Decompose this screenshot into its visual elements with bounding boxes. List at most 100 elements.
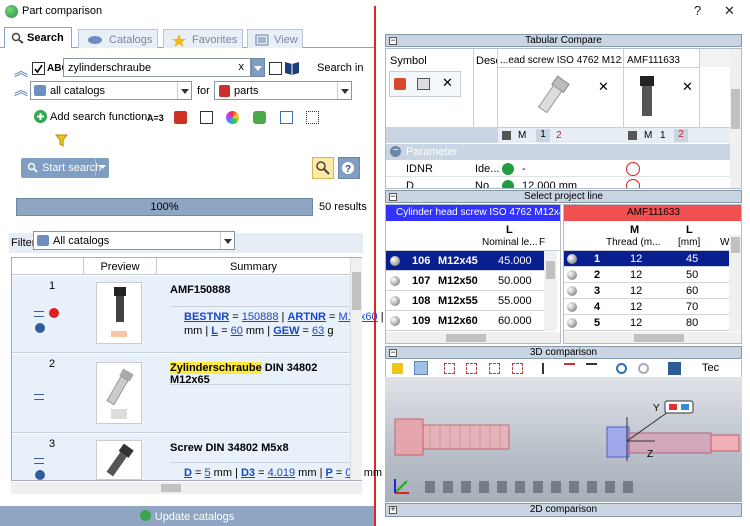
form-function-icon[interactable] (200, 111, 213, 124)
attr-value[interactable]: 63 (312, 325, 324, 337)
vertical-scrollbar[interactable] (350, 258, 362, 480)
page-2-button[interactable]: 2 (556, 130, 562, 141)
right-table-row[interactable]: 2 12 50 (564, 267, 729, 283)
result-row[interactable]: 2 Zylinderschraube DIN 34802 M12x65 (12, 354, 350, 433)
horizontal-scrollbar[interactable] (11, 482, 362, 494)
result-row[interactable]: 3 Screw DIN 34802 M5x8 D = 5 mm | D3 = 4… (12, 434, 382, 480)
right-table-row[interactable]: 3 12 60 (564, 283, 729, 299)
left-table-row[interactable]: 109 M12x60 60.000 (386, 311, 544, 331)
attr-key[interactable]: D3 (241, 467, 255, 479)
catalog-scope-select[interactable]: all catalogs (30, 81, 192, 100)
filter-icon[interactable] (392, 363, 403, 374)
attr-value[interactable]: 150888 (242, 311, 279, 323)
remove-column-2-button[interactable]: ✕ (682, 79, 693, 95)
filter-select[interactable]: All catalogs (33, 231, 235, 250)
scrollbar-thumb[interactable] (446, 334, 486, 342)
vertical-scrollbar[interactable] (730, 49, 741, 188)
add-icon[interactable] (34, 110, 47, 123)
horizontal-scrollbar[interactable] (564, 332, 741, 343)
select-box-icon-3[interactable] (489, 363, 500, 374)
close-icon[interactable]: ✕ (442, 75, 453, 91)
color-function-icon[interactable] (226, 111, 239, 124)
collapse-minus-icon[interactable]: − (390, 146, 401, 157)
book-icon[interactable] (284, 60, 300, 75)
scrollbar-thumb[interactable] (352, 272, 361, 310)
m-button[interactable]: M (644, 130, 652, 141)
minus-icon[interactable]: − (389, 36, 397, 45)
vertical-scrollbar[interactable] (729, 235, 741, 331)
tab-search[interactable]: Search (4, 27, 72, 49)
attr-key[interactable]: BESTNR (184, 311, 229, 323)
result-title[interactable]: AMF150888 (170, 284, 231, 296)
menu-icon[interactable] (34, 458, 44, 464)
print-icon[interactable] (417, 78, 430, 90)
compare-3d-viewport[interactable]: Y Z (385, 377, 742, 502)
search-settings-button[interactable] (312, 157, 334, 179)
redo-icon[interactable] (638, 363, 649, 374)
left-table-row[interactable]: 108 M12x55 55.000 (386, 291, 544, 311)
attr-value[interactable]: 60 (231, 325, 243, 337)
abc-checkbox[interactable] (32, 62, 45, 75)
info-icon[interactable] (35, 470, 45, 480)
swap-icon[interactable] (394, 78, 406, 90)
compare-2d-header[interactable]: +2D comparison (385, 503, 742, 517)
select-box-icon[interactable] (444, 363, 455, 374)
expand-icon[interactable]: ︽ (14, 80, 28, 100)
search-input[interactable]: zylinderschraube x (63, 58, 251, 77)
tab-view[interactable]: View (247, 29, 303, 49)
menu-icon[interactable] (34, 394, 44, 400)
right-table-row[interactable]: 5 12 80 (564, 315, 729, 331)
result-title[interactable]: Zylinderschraube DIN 34802 M12x65 (170, 362, 350, 386)
t-tool-icon-2[interactable] (586, 363, 597, 374)
attr-key[interactable]: D (184, 467, 192, 479)
page-1-button[interactable]: 1 (536, 129, 550, 142)
screen-icon[interactable] (668, 362, 681, 375)
update-catalogs-button[interactable]: Update catalogs (0, 506, 374, 526)
preview-thumbnail[interactable] (96, 362, 142, 424)
project-line-header[interactable]: − Select project line (385, 190, 742, 203)
tab-favorites[interactable]: Favorites (163, 29, 243, 49)
left-table-row[interactable]: 106 M12x45 45.000 (386, 251, 544, 271)
table-function-icon[interactable] (280, 111, 293, 124)
left-table-row[interactable]: 107 M12x50 50.000 (386, 271, 544, 291)
tabular-compare-header[interactable]: − Tabular Compare (385, 34, 742, 47)
help-button[interactable]: ? (694, 3, 701, 18)
select-box-icon-4[interactable] (512, 363, 523, 374)
filter-icon[interactable] (54, 134, 69, 147)
t-tool-icon[interactable] (564, 363, 575, 374)
right-table-row[interactable]: 4 12 70 (564, 299, 729, 315)
page-2-button[interactable]: 2 (674, 129, 688, 142)
scrollbar-thumb[interactable] (731, 237, 740, 253)
cube-function-icon[interactable] (174, 111, 187, 124)
filter-active-icon[interactable] (414, 361, 428, 375)
attr-key[interactable]: GEW (273, 325, 299, 337)
equals-function-button[interactable]: A=3 (147, 113, 164, 123)
search-history-dropdown[interactable] (251, 58, 265, 77)
help-dropdown-button[interactable]: ? (338, 157, 360, 179)
part-preview-1[interactable] (528, 75, 578, 115)
collapse-icon[interactable]: ︽ (14, 61, 28, 81)
layer-function-icon[interactable] (253, 111, 266, 124)
minus-icon[interactable]: − (389, 348, 397, 357)
info-icon[interactable] (35, 323, 45, 333)
scrollbar-thumb[interactable] (731, 89, 740, 129)
remove-column-1-button[interactable]: ✕ (598, 79, 609, 95)
option-checkbox[interactable] (269, 62, 282, 75)
horizontal-scrollbar[interactable] (386, 332, 560, 343)
result-row[interactable]: 1 AMF150888 BESTNR = 150888 | ARTNR = M1… (12, 276, 396, 353)
plus-icon[interactable]: + (389, 505, 397, 514)
parameter-group-row[interactable]: − Parameter (386, 144, 730, 160)
highlight-icon[interactable] (502, 131, 511, 140)
page-1-button[interactable]: 1 (660, 130, 666, 141)
m-button[interactable]: M (518, 130, 526, 141)
compare-3d-header[interactable]: − 3D comparison (385, 346, 742, 359)
minus-icon[interactable]: − (389, 192, 397, 201)
preview-thumbnail[interactable] (96, 282, 142, 344)
attr-key[interactable]: P (325, 467, 332, 479)
result-title[interactable]: Screw DIN 34802 M5x8 (170, 442, 289, 454)
vertical-scrollbar[interactable] (544, 251, 557, 331)
attr-value[interactable]: 4.019 (268, 467, 296, 479)
tab-catalogs[interactable]: Catalogs (78, 29, 158, 49)
scrollbar-thumb[interactable] (546, 261, 555, 279)
close-button[interactable]: ✕ (724, 3, 735, 19)
